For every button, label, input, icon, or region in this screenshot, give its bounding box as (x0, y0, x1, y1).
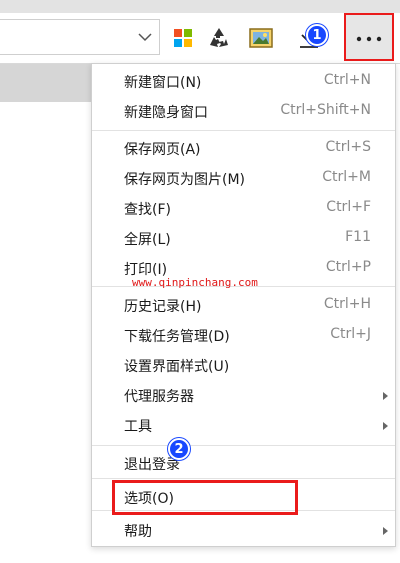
submenu-arrow-icon (383, 527, 388, 535)
highlight-box-options (112, 480, 298, 515)
menu-separator (92, 478, 395, 479)
menu-item-label: 设置界面样式(U) (124, 359, 230, 375)
menu-item-download-manager[interactable]: 下载任务管理(D) Ctrl+J (92, 322, 395, 350)
menu-item-shortcut: F11 (345, 229, 371, 245)
menu-item-proxy-server[interactable]: 代理服务器 (92, 382, 395, 410)
menu-item-shortcut: Ctrl+F (326, 199, 371, 215)
menu-item-find[interactable]: 查找(F) Ctrl+F (92, 195, 395, 223)
menu-separator (92, 130, 395, 131)
menu-item-shortcut: Ctrl+N (323, 72, 371, 88)
menu-item-label: 工具 (124, 419, 152, 435)
menu-item-shortcut: Ctrl+P (325, 259, 371, 275)
menu-item-shortcut: Ctrl+S (325, 139, 371, 155)
submenu-arrow-icon (383, 392, 388, 400)
menu-item-shortcut: Ctrl+Shift+N (280, 102, 371, 118)
menu-item-label: 保存网页(A) (124, 142, 201, 158)
menu-item-label: 全屏(L) (124, 232, 171, 248)
watermark-text: www.qinpinchang.com (132, 276, 258, 289)
menu-separator (92, 445, 395, 446)
menu-item-shortcut: Ctrl+M (322, 169, 371, 185)
menu-item-history[interactable]: 历史记录(H) Ctrl+H (92, 292, 395, 320)
tab-strip-area (0, 64, 92, 102)
menu-item-label: 代理服务器 (124, 389, 194, 405)
more-menu-button[interactable] (344, 13, 394, 61)
image-icon[interactable] (248, 25, 274, 51)
menu-item-shortcut: Ctrl+J (330, 326, 371, 342)
menu-item-tools[interactable]: 工具 (92, 412, 395, 440)
top-strip (0, 0, 400, 13)
menu-item-save-page-as-image[interactable]: 保存网页为图片(M) Ctrl+M (92, 165, 395, 193)
address-bar[interactable] (0, 19, 160, 55)
step-badge-2: 2 (168, 438, 190, 460)
menu-item-label: 下载任务管理(D) (124, 329, 230, 345)
browser-toolbar (0, 13, 400, 64)
recycle-icon[interactable] (206, 25, 232, 51)
more-icon (356, 36, 382, 42)
submenu-arrow-icon (383, 422, 388, 430)
menu-item-label: 保存网页为图片(M) (124, 172, 246, 188)
chevron-down-icon[interactable] (136, 28, 154, 46)
browser-main-menu: 新建窗口(N) Ctrl+N 新建隐身窗口 Ctrl+Shift+N 保存网页(A) Ct… (91, 63, 396, 547)
menu-item-logout[interactable]: 退出登录 (92, 450, 395, 478)
menu-item-label: 查找(F) (124, 202, 171, 218)
menu-item-shortcut: Ctrl+H (323, 296, 371, 312)
menu-item-label: 新建隐身窗口 (124, 105, 208, 121)
menu-item-new-incognito-window[interactable]: 新建隐身窗口 Ctrl+Shift+N (92, 98, 395, 126)
menu-item-new-window[interactable]: 新建窗口(N) Ctrl+N (92, 68, 395, 96)
menu-item-label: 历史记录(H) (124, 299, 202, 315)
menu-item-fullscreen[interactable]: 全屏(L) F11 (92, 225, 395, 253)
step-badge-1: 1 (306, 24, 328, 46)
menu-item-save-page[interactable]: 保存网页(A) Ctrl+S (92, 135, 395, 163)
menu-item-help[interactable]: 帮助 (92, 517, 395, 545)
windows-icon[interactable] (170, 25, 196, 51)
menu-item-label: 新建窗口(N) (124, 75, 202, 91)
menu-item-ui-style-settings[interactable]: 设置界面样式(U) (92, 352, 395, 380)
menu-item-label: 帮助 (124, 524, 152, 540)
